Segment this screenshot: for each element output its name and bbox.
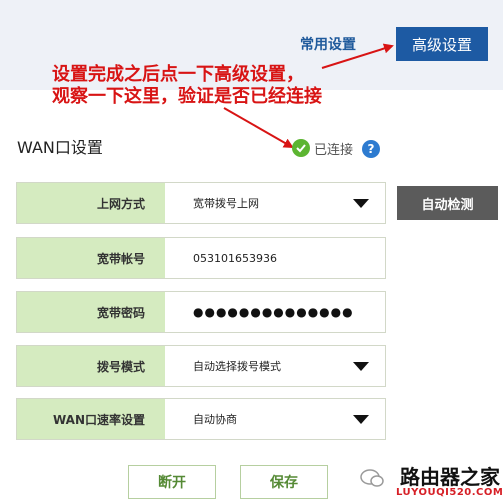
value-dial-mode: 自动选择拨号模式 — [193, 360, 281, 373]
dropdown-arrow-icon[interactable] — [353, 415, 369, 424]
wechat-icon — [360, 469, 384, 487]
input-password[interactable]: ●●●●●●●●●●●●●● — [165, 292, 385, 332]
label-account: 宽带帐号 — [17, 238, 165, 278]
annotation-line-1: 设置完成之后点一下高级设置， — [52, 64, 304, 85]
help-icon[interactable]: ? — [362, 140, 380, 158]
label-dial-mode: 拨号模式 — [17, 346, 165, 386]
disconnect-button[interactable]: 断开 — [128, 465, 216, 499]
select-wan-speed[interactable]: 自动协商 — [165, 399, 385, 439]
annotation-text: 设置完成之后点一下高级设置， 观察一下这里，验证是否已经连接 — [52, 64, 352, 108]
save-button[interactable]: 保存 — [240, 465, 328, 499]
check-icon — [292, 139, 310, 157]
dropdown-arrow-icon[interactable] — [353, 199, 369, 208]
watermark-url: LUYOUQI520.COM — [396, 487, 503, 498]
arrow-to-status — [223, 107, 294, 148]
tab-common-settings[interactable]: 常用设置 — [300, 34, 364, 54]
select-connection-type[interactable]: 宽带拨号上网 — [165, 183, 385, 223]
label-connection-type: 上网方式 — [17, 183, 165, 223]
row-connection-type: 上网方式 宽带拨号上网 — [16, 182, 386, 224]
watermark-brand: 路由器之家 — [400, 465, 500, 489]
value-connection-type: 宽带拨号上网 — [193, 197, 259, 210]
row-wan-speed: WAN口速率设置 自动协商 — [16, 398, 386, 440]
row-account: 宽带帐号 053101653936 — [16, 237, 386, 279]
connection-status: 已连接 — [292, 138, 353, 158]
label-wan-speed: WAN口速率设置 — [17, 399, 165, 439]
status-label: 已连接 — [314, 142, 354, 158]
dropdown-arrow-icon[interactable] — [353, 362, 369, 371]
value-account: 053101653936 — [193, 251, 277, 265]
tab-advanced-settings[interactable]: 高级设置 — [396, 27, 488, 61]
annotation-line-2: 观察一下这里，验证是否已经连接 — [52, 86, 322, 107]
auto-detect-button[interactable]: 自动检测 — [397, 186, 498, 220]
value-password: ●●●●●●●●●●●●●● — [193, 305, 354, 319]
select-dial-mode[interactable]: 自动选择拨号模式 — [165, 346, 385, 386]
row-password: 宽带密码 ●●●●●●●●●●●●●● — [16, 291, 386, 333]
value-wan-speed: 自动协商 — [193, 413, 237, 426]
row-dial-mode: 拨号模式 自动选择拨号模式 — [16, 345, 386, 387]
input-account[interactable]: 053101653936 — [165, 238, 385, 278]
label-password: 宽带密码 — [17, 292, 165, 332]
wan-settings-title: WAN口设置 — [17, 138, 103, 157]
